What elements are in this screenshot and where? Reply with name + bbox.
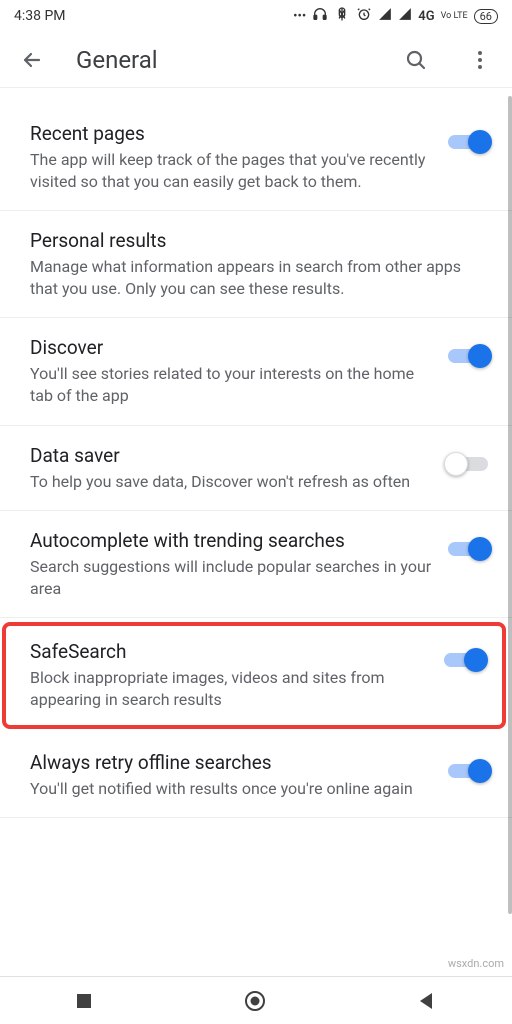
toggle-recent-pages[interactable] — [448, 130, 488, 154]
setting-title: Personal results — [30, 229, 488, 252]
nav-back-button[interactable] — [417, 991, 437, 1011]
toggle-data-saver[interactable] — [448, 452, 488, 476]
status-bar: 4:38 PM ••• 4G Vo LTE 66 — [0, 0, 512, 32]
setting-desc: You'll see stories related to your inter… — [30, 363, 432, 406]
nav-recent-button[interactable] — [75, 992, 93, 1010]
volte-label: Vo LTE — [441, 12, 468, 21]
setting-safesearch[interactable]: SafeSearch Block inappropriate images, vi… — [2, 622, 506, 728]
setting-title: Always retry offline searches — [30, 751, 432, 774]
setting-text: Recent pages The app will keep track of t… — [30, 122, 432, 192]
toggle-safesearch[interactable] — [444, 648, 484, 672]
battery-icon: 66 — [474, 9, 498, 24]
status-right: ••• 4G Vo LTE 66 — [293, 6, 498, 26]
setting-personal-results[interactable]: Personal results Manage what information … — [0, 211, 512, 318]
toggle-offline-retry[interactable] — [448, 759, 488, 783]
search-button[interactable] — [396, 40, 436, 80]
setting-desc: To help you save data, Discover won't re… — [30, 471, 432, 493]
app-bar: General — [0, 32, 512, 88]
setting-offline-retry[interactable]: Always retry offline searches You'll get … — [0, 733, 512, 819]
signal-icon-2 — [398, 7, 412, 25]
mute-icon — [334, 6, 350, 26]
alarm-icon — [356, 6, 372, 26]
setting-desc: Manage what information appears in searc… — [30, 256, 488, 299]
setting-title: Autocomplete with trending searches — [30, 529, 432, 552]
setting-text: Discover You'll see stories related to yo… — [30, 336, 432, 406]
setting-text: Always retry offline searches You'll get … — [30, 751, 432, 800]
back-button[interactable] — [12, 40, 52, 80]
setting-text: Personal results Manage what information … — [30, 229, 488, 299]
toggle-wrap — [448, 444, 488, 476]
setting-title: Recent pages — [30, 122, 432, 145]
system-nav-bar — [0, 976, 512, 1024]
setting-data-saver[interactable]: Data saver To help you save data, Discove… — [0, 426, 512, 512]
nav-home-button[interactable] — [243, 989, 267, 1013]
headphones-icon — [312, 6, 328, 26]
setting-autocomplete[interactable]: Autocomplete with trending searches Searc… — [0, 511, 512, 618]
page-title: General — [76, 46, 372, 74]
scrollbar[interactable] — [508, 96, 512, 914]
setting-title: SafeSearch — [30, 640, 428, 663]
setting-title: Discover — [30, 336, 432, 359]
setting-discover[interactable]: Discover You'll see stories related to yo… — [0, 318, 512, 425]
settings-list[interactable]: Recent pages The app will keep track of t… — [0, 88, 512, 976]
setting-text: Autocomplete with trending searches Searc… — [30, 529, 432, 599]
toggle-wrap — [448, 336, 488, 368]
setting-desc: Search suggestions will include popular … — [30, 556, 432, 599]
toggle-autocomplete[interactable] — [448, 537, 488, 561]
setting-title: Data saver — [30, 444, 432, 467]
signal-icon-1 — [378, 7, 392, 25]
status-time: 4:38 PM — [14, 8, 66, 24]
toggle-wrap — [448, 751, 488, 783]
watermark: wsxdn.com — [448, 957, 504, 970]
setting-recent-pages[interactable]: Recent pages The app will keep track of t… — [0, 100, 512, 211]
toggle-wrap — [448, 529, 488, 561]
network-label: 4G — [418, 9, 434, 24]
setting-desc: Block inappropriate images, videos and s… — [30, 667, 428, 710]
overflow-menu-button[interactable] — [460, 40, 500, 80]
toggle-wrap — [444, 640, 484, 672]
setting-text: SafeSearch Block inappropriate images, vi… — [30, 640, 428, 710]
toggle-wrap — [448, 122, 488, 154]
setting-desc: You'll get notified with results once yo… — [30, 778, 432, 800]
more-icon: ••• — [293, 9, 306, 24]
setting-text: Data saver To help you save data, Discove… — [30, 444, 432, 493]
toggle-discover[interactable] — [448, 344, 488, 368]
setting-desc: The app will keep track of the pages tha… — [30, 149, 432, 192]
